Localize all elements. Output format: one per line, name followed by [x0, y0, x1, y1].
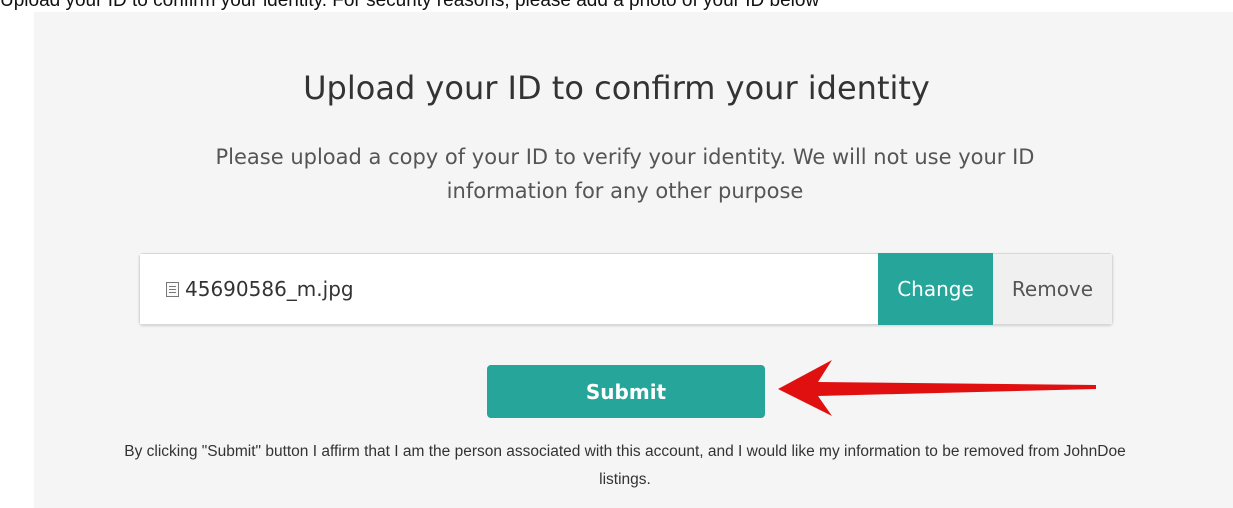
submit-button[interactable]: Submit [487, 365, 765, 418]
arrow-left-icon [778, 360, 1096, 416]
page-subtitle: Please upload a copy of your ID to verif… [215, 145, 1035, 203]
file-icon [166, 281, 179, 297]
remove-button[interactable]: Remove [993, 253, 1113, 325]
file-input-field[interactable]: 45690586_m.jpg [139, 253, 878, 325]
file-name: 45690586_m.jpg [185, 277, 354, 301]
disclaimer-text: By clicking "Submit" button I affirm tha… [124, 443, 1126, 488]
change-button[interactable]: Change [878, 253, 993, 325]
top-instruction-text: Upload your ID to confirm your identity.… [0, 0, 820, 11]
file-upload-group: 45690586_m.jpg Change Remove [139, 253, 1113, 325]
page-title: Upload your ID to confirm your identity [303, 69, 930, 107]
